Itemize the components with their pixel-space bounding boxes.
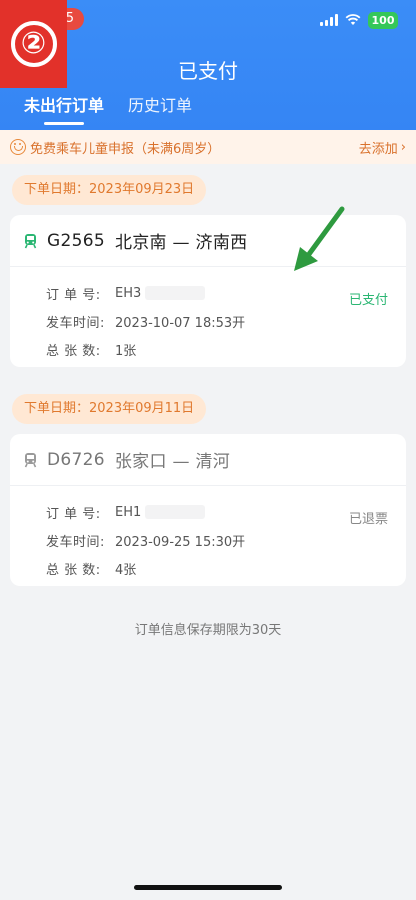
child-declaration-banner[interactable]: 免费乘车儿童申报（未满6周岁） 去添加 ›	[0, 130, 416, 164]
order-tabs: 未出行订单 历史订单	[24, 92, 192, 124]
banner-text: 免费乘车儿童申报（未满6周岁）	[30, 141, 221, 157]
order-number-label: 订 单 号:	[46, 506, 101, 522]
step-number: ②	[10, 21, 57, 67]
ticket-count-value: 1张	[115, 343, 137, 359]
departure-time-label: 发车时间:	[46, 534, 105, 550]
ticket-count-row: 总 张 数: 4张	[46, 554, 388, 582]
annotation-arrow-icon	[294, 206, 345, 271]
order-card-body: 已退票 订 单 号: EH1 发车时间: 2023-09-25 15:30开 总…	[10, 486, 406, 582]
tab-upcoming-orders[interactable]: 未出行订单	[24, 92, 104, 124]
chevron-right-icon: ›	[400, 139, 406, 155]
departure-time-value: 2023-09-25 15:30开	[115, 534, 246, 550]
train-number: G2565	[47, 230, 105, 251]
wifi-icon	[345, 14, 361, 26]
redaction-mask	[145, 505, 206, 519]
departure-time-label: 发车时间:	[46, 315, 105, 331]
ticket-count-value: 4张	[115, 562, 137, 578]
train-route: 张家口 — 清河	[114, 452, 231, 472]
step-annotation-badge: ②	[0, 0, 67, 88]
train-icon	[24, 233, 37, 248]
redaction-mask	[145, 286, 206, 300]
departure-time-row: 发车时间: 2023-09-25 15:30开	[46, 526, 388, 554]
train-icon	[24, 452, 37, 467]
train-number: D6726	[47, 449, 105, 470]
order-number-row: 订 单 号: EH1	[46, 498, 388, 526]
battery-indicator: 100	[368, 11, 398, 29]
departure-time-value: 2023-10-07 18:53开	[115, 315, 246, 331]
tab-history-orders[interactable]: 历史订单	[128, 92, 192, 124]
train-route: 北京南 — 济南西	[114, 233, 248, 253]
add-child-link[interactable]: 去添加 ›	[359, 138, 406, 157]
order-number-value: EH3	[115, 285, 142, 301]
signal-icon	[320, 14, 338, 26]
order-number-label: 订 单 号:	[46, 287, 101, 303]
order-card[interactable]: D6726 张家口 — 清河 已退票 订 单 号: EH1 发车时间: 2023…	[10, 434, 406, 586]
home-indicator[interactable]	[134, 885, 282, 890]
order-status-badge: 已退票	[348, 512, 388, 527]
ticket-count-label: 总 张 数:	[46, 562, 101, 578]
smile-icon	[10, 139, 26, 155]
order-card-body: 已支付 订 单 号: EH3 发车时间: 2023-10-07 18:53开 总…	[10, 267, 406, 363]
order-status-badge: 已支付	[348, 293, 388, 308]
ticket-count-label: 总 张 数:	[46, 343, 101, 359]
order-date-chip: 下单日期：2023年09月23日	[12, 175, 207, 205]
status-icons: 100	[320, 11, 398, 29]
add-child-label: 去添加	[358, 141, 398, 157]
departure-time-row: 发车时间: 2023-10-07 18:53开	[46, 307, 388, 335]
order-card-header: D6726 张家口 — 清河	[10, 434, 406, 486]
order-number-row: 订 单 号: EH3	[46, 279, 388, 307]
ticket-count-row: 总 张 数: 1张	[46, 335, 388, 363]
order-date-chip: 下单日期：2023年09月11日	[12, 394, 207, 424]
retention-note: 订单信息保存期限为30天	[134, 623, 282, 638]
order-number-value: EH1	[115, 504, 142, 520]
